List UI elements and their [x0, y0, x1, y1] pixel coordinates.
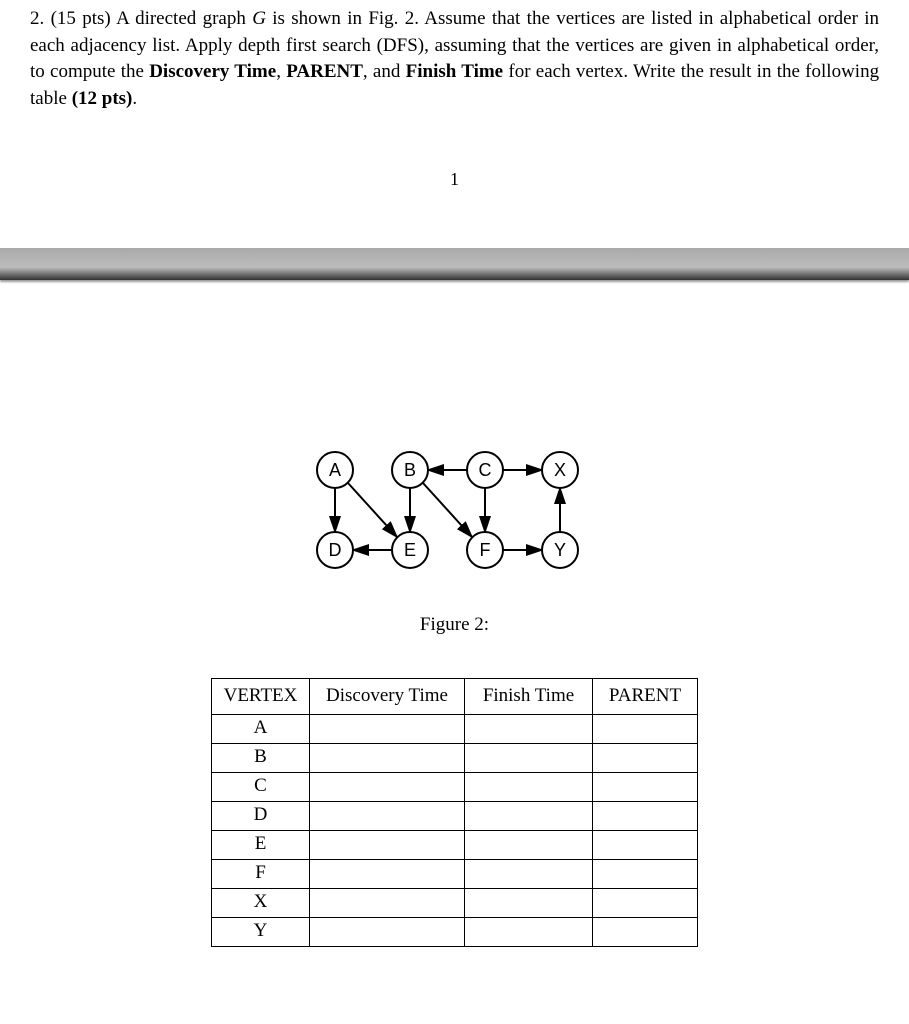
- qtext-1: A directed graph: [116, 8, 246, 29]
- table-row: A: [212, 714, 698, 743]
- table-row: B: [212, 743, 698, 772]
- table-row: X: [212, 888, 698, 917]
- table-header-row: VERTEX Discovery Time Finish Time PARENT: [212, 679, 698, 715]
- cell-parent: [593, 743, 698, 772]
- qtext-period: .: [132, 88, 137, 109]
- cell-finish: [465, 917, 593, 946]
- cell-discovery: [310, 714, 465, 743]
- cell-discovery: [310, 743, 465, 772]
- table-row: D: [212, 801, 698, 830]
- th-vertex: VERTEX: [212, 679, 310, 715]
- dfs-table: VERTEX Discovery Time Finish Time PARENT…: [211, 678, 698, 947]
- question-points: (15 pts): [51, 8, 111, 29]
- table-row: E: [212, 830, 698, 859]
- cell-parent: [593, 714, 698, 743]
- th-parent: PARENT: [593, 679, 698, 715]
- table-row: F: [212, 859, 698, 888]
- kw-parent: PARENT: [286, 61, 363, 82]
- node-a: A: [328, 460, 340, 480]
- cell-vertex: X: [212, 888, 310, 917]
- figure-caption: Figure 2:: [0, 612, 909, 639]
- cell-discovery: [310, 830, 465, 859]
- cell-parent: [593, 772, 698, 801]
- node-c: C: [478, 460, 491, 480]
- cell-parent: [593, 888, 698, 917]
- graph-figure: A B C X D E F Y Figure 2:: [0, 440, 909, 639]
- table-pts: ((12 pts)12 pts): [72, 88, 133, 109]
- cell-discovery: [310, 917, 465, 946]
- cell-vertex: F: [212, 859, 310, 888]
- question-text: 2. (15 pts) A directed graph G is shown …: [0, 0, 909, 112]
- question-number: 2.: [30, 8, 44, 29]
- table-row: C: [212, 772, 698, 801]
- graph-svg: A B C X D E F Y: [295, 440, 615, 590]
- cell-finish: [465, 714, 593, 743]
- cell-parent: [593, 917, 698, 946]
- cell-discovery: [310, 772, 465, 801]
- cell-parent: [593, 830, 698, 859]
- th-finish: Finish Time: [465, 679, 593, 715]
- graph-variable: G: [252, 8, 266, 29]
- cell-vertex: Y: [212, 917, 310, 946]
- page-number: 1: [0, 167, 909, 192]
- cell-finish: [465, 859, 593, 888]
- cell-finish: [465, 830, 593, 859]
- node-f: F: [479, 540, 490, 560]
- cell-vertex: D: [212, 801, 310, 830]
- cell-vertex: A: [212, 714, 310, 743]
- node-d: D: [328, 540, 341, 560]
- cell-discovery: [310, 801, 465, 830]
- page-divider: [0, 248, 909, 280]
- node-b: B: [403, 460, 415, 480]
- qtext-and: , and: [363, 61, 400, 82]
- cell-finish: [465, 888, 593, 917]
- kw-finish: Finish Time: [406, 61, 503, 82]
- cell-vertex: C: [212, 772, 310, 801]
- cell-discovery: [310, 859, 465, 888]
- cell-finish: [465, 772, 593, 801]
- node-x: X: [553, 460, 565, 480]
- cell-parent: [593, 801, 698, 830]
- kw-discovery: Discovery Time: [149, 61, 276, 82]
- cell-finish: [465, 801, 593, 830]
- cell-vertex: B: [212, 743, 310, 772]
- table-row: Y: [212, 917, 698, 946]
- cell-finish: [465, 743, 593, 772]
- node-e: E: [403, 540, 415, 560]
- cell-vertex: E: [212, 830, 310, 859]
- cell-parent: [593, 859, 698, 888]
- qtext-comma1: ,: [276, 61, 286, 82]
- cell-discovery: [310, 888, 465, 917]
- th-discovery: Discovery Time: [310, 679, 465, 715]
- node-y: Y: [553, 540, 565, 560]
